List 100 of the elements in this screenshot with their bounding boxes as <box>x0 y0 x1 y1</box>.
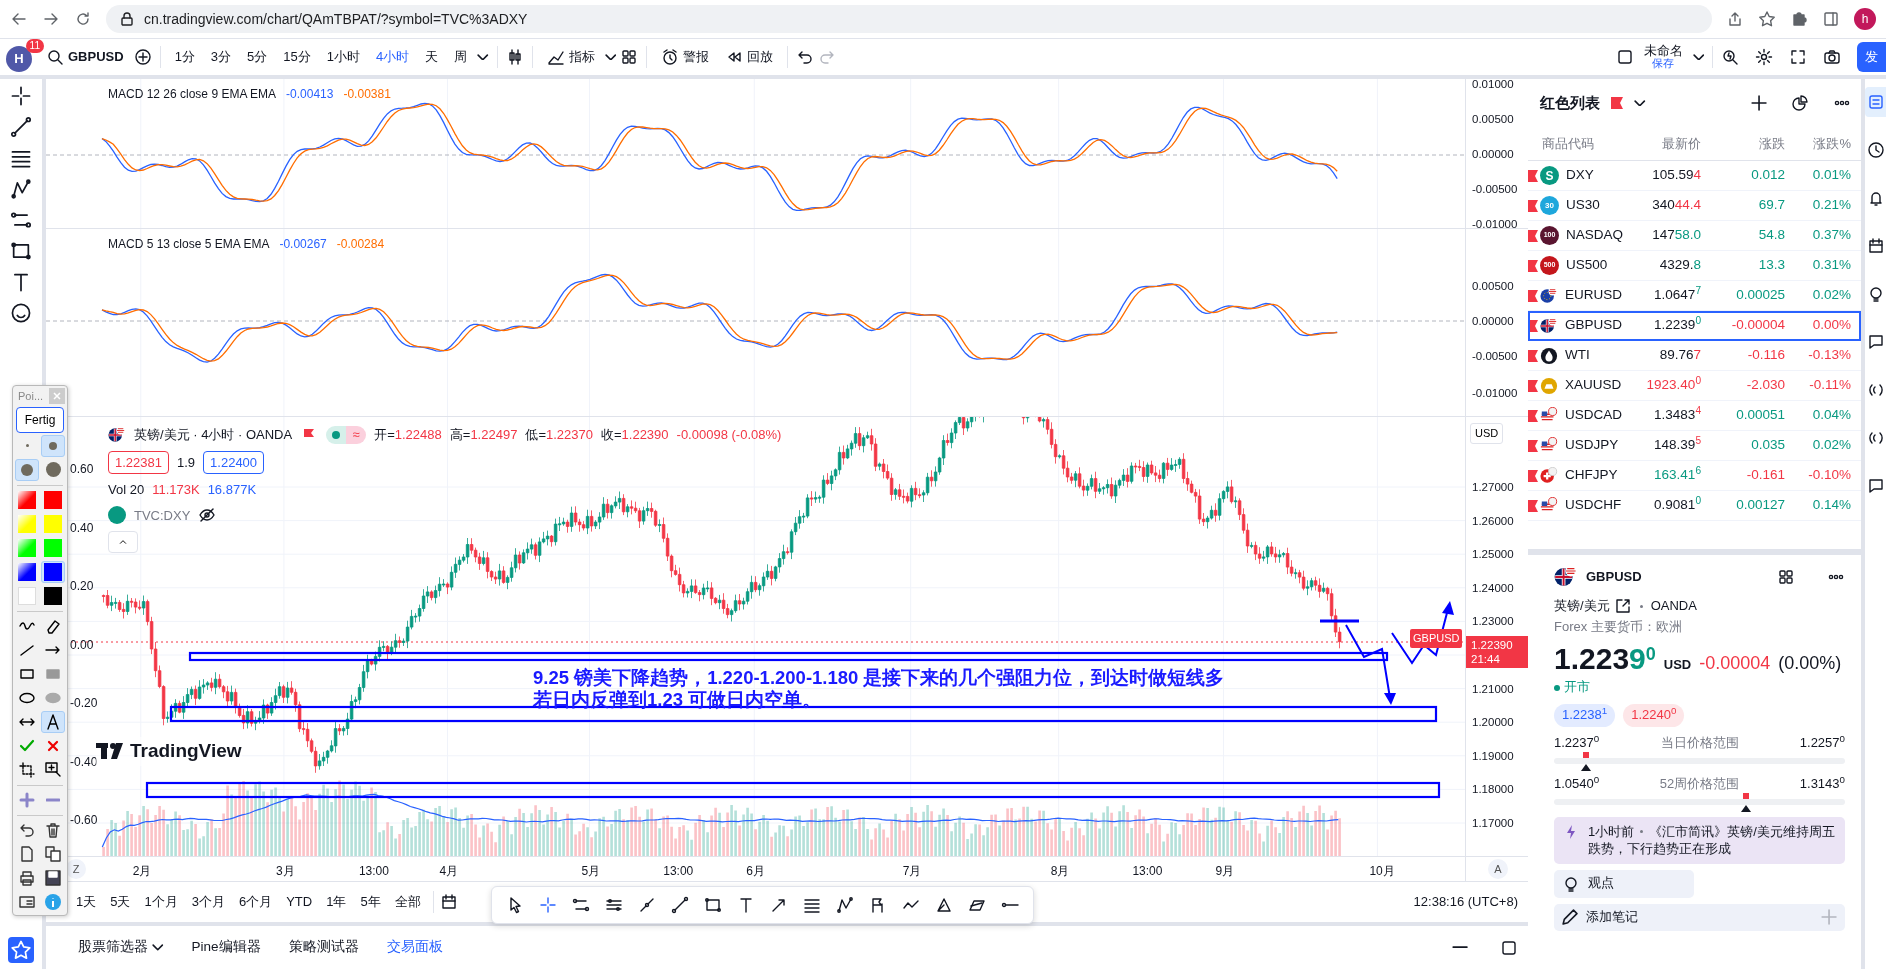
column-header[interactable]: 涨跌% <box>1785 133 1851 154</box>
user-avatar[interactable]: H <box>6 46 32 72</box>
time-label: 13:00 <box>663 863 694 880</box>
range-button[interactable]: 6个月 <box>232 889 279 915</box>
market-status: 开市 <box>1564 679 1590 697</box>
watchlist-row[interactable]: EURUSD 1.0647$^{7}$ 0.00025 0.02% <box>1528 281 1861 311</box>
percent-change: 0.21% <box>1811 196 1851 215</box>
bid-price[interactable]: 1.22381 <box>108 450 169 474</box>
axis-label: 1.20000 <box>1472 715 1514 731</box>
category-text: Forex 主要货币：欧洲 <box>1554 619 1683 636</box>
percent-change: (0.00%) <box>1778 651 1842 675</box>
percent-change: -0.10% <box>1807 466 1851 485</box>
alert-button[interactable]: 警报 <box>655 43 716 71</box>
ohlc-value: 收=1.22390 <box>600 426 669 444</box>
indicator-title: MACD 5 13 close 5 EMA EMA <box>108 236 270 253</box>
axis-label: 0.00500 <box>1472 112 1514 127</box>
indicator-title: MACD 12 26 close 9 EMA EMA <box>108 86 277 103</box>
notification-count: 11 <box>25 39 44 53</box>
overlay-symbol: TVC:DXY <box>134 506 191 525</box>
panel-tab[interactable]: 策略测试器 <box>278 933 369 962</box>
interval-button[interactable]: 1小时 <box>320 43 367 71</box>
chart-title: 英镑/美元 · 4小时 · OANDA <box>134 426 293 444</box>
column-header[interactable]: 涨跌 <box>1701 133 1785 154</box>
ideas-button[interactable]: 观点 <box>1554 869 1694 898</box>
add-note-button[interactable]: 添加笔记 <box>1554 903 1845 931</box>
indicator-value: -0.00267 <box>279 236 327 253</box>
ohlc-value: 高=1.22497 <box>449 426 518 444</box>
layout-name-button[interactable]: 未命名 保存 <box>1637 40 1689 74</box>
price-change: 0.00025 <box>1735 286 1785 305</box>
column-header[interactable]: 商品代码 <box>1528 133 1623 154</box>
watchlist-row[interactable]: CHFJPY 163.41$^{6}$ -0.161 -0.10% <box>1528 461 1861 491</box>
axis-label: 0.20 <box>70 578 94 595</box>
time-label: 13:00 <box>1132 863 1163 880</box>
axis-label: 0.60 <box>70 461 94 478</box>
price-change: -0.00004 <box>1699 651 1771 675</box>
panel-tab[interactable]: 股票筛选器 <box>68 933 174 962</box>
panel-tab[interactable]: Pine编辑器 <box>181 933 271 962</box>
price-change: 13.3 <box>1757 256 1785 275</box>
symbol-name: XAUUSD <box>1565 376 1622 395</box>
panel-tab[interactable]: 交易面板 <box>376 933 453 962</box>
symbol-name: US30 <box>1566 196 1600 215</box>
axis-label: -0.40 <box>70 753 98 771</box>
interval-button[interactable]: 5分 <box>241 43 274 71</box>
range-button[interactable]: 5天 <box>104 889 137 915</box>
last-price: 0.9081$^{0}$ <box>1653 495 1701 515</box>
instrument-name[interactable]: 英镑/美元 <box>1554 597 1610 615</box>
interval-button[interactable]: 天 <box>419 43 445 71</box>
watchlist-row[interactable]: USDJPY 148.39$^{5}$ 0.035 0.02% <box>1528 431 1861 461</box>
last-price: 1.2239$^{0}$ <box>1554 643 1656 674</box>
range-button[interactable]: 1年 <box>320 889 353 915</box>
last-price: 89.767 <box>1658 346 1701 365</box>
range-button[interactable]: 1天 <box>70 889 103 915</box>
range-low: 1.2237$^{0}$ <box>1554 735 1600 752</box>
palette-title: Poi... <box>18 389 44 404</box>
price-tag: 1.22390 21:44 <box>1466 636 1528 668</box>
watchlist-title[interactable]: 红色列表 <box>1540 91 1600 115</box>
volume-title: Vol 20 <box>108 481 145 499</box>
replay-button[interactable]: 回放 <box>719 43 780 71</box>
watchlist-row[interactable]: USDCHF 0.9081$^{0}$ 0.00127 0.14% <box>1528 491 1861 521</box>
profile-avatar[interactable]: h <box>1854 8 1876 30</box>
watchlist-row[interactable]: GBPUSD 1.2239$^{0}$ -0.00004 0.00% <box>1528 311 1861 341</box>
watchlist-row[interactable]: 30 US30 34044.4 69.7 0.21% <box>1528 191 1861 221</box>
zoom-reset-button[interactable]: Z <box>66 859 86 879</box>
range-button[interactable]: 3个月 <box>185 889 231 915</box>
watchlist-row[interactable]: WTI 89.767 -0.116 -0.13% <box>1528 341 1861 371</box>
watchlist-row[interactable]: S DXY 105.594 0.012 0.01% <box>1528 161 1861 191</box>
interval-button[interactable]: 1分 <box>168 43 201 71</box>
symbol-name: EURUSD <box>1565 286 1622 305</box>
range-label: 当日价格范围 <box>1660 735 1739 752</box>
ask-price[interactable]: 1.22400 <box>203 450 265 474</box>
done-button[interactable]: Fertig <box>16 406 64 433</box>
indicator-value: -0.00381 <box>343 86 391 103</box>
axis-label: -0.01000 <box>1472 386 1518 401</box>
currency-button[interactable]: USD <box>1470 423 1504 444</box>
axis-label: -0.00500 <box>1472 349 1518 364</box>
interval-button[interactable]: 周 <box>448 43 474 71</box>
interval-button[interactable]: 3分 <box>204 43 238 71</box>
interval-button[interactable]: 4小时 <box>370 43 416 71</box>
indicators-button[interactable]: 指标 <box>540 43 601 71</box>
news-item[interactable]: 1小时前 《汇市简讯》英镑/美元维持周五跌势，下行趋势正在形成 <box>1554 816 1845 864</box>
column-header[interactable]: 最新价 <box>1623 133 1701 154</box>
range-button[interactable]: 5年 <box>354 889 387 915</box>
axis-label: 1.24000 <box>1472 580 1514 596</box>
currency-code: USD <box>1663 656 1692 674</box>
symbol-name: CHFJPY <box>1565 466 1618 485</box>
range-button[interactable]: YTD <box>280 889 319 915</box>
range-button[interactable]: 1个月 <box>138 889 184 915</box>
range-button[interactable]: 全部 <box>388 889 427 915</box>
auto-scale-button[interactable]: A <box>1488 859 1508 879</box>
interval-button[interactable]: 15分 <box>277 43 317 71</box>
symbol-name: USDJPY <box>1565 436 1619 455</box>
last-price: 1923.40$^{0}$ <box>1645 375 1701 395</box>
watchlist-row[interactable]: USDCAD 1.3483$^{4}$ 0.00051 0.04% <box>1528 401 1861 431</box>
address-bar[interactable]: cn.tradingview.com/chart/QAmTBPAT/?symbol=TVC%3ADXY <box>106 5 1712 33</box>
axis-label: 0.00 <box>70 636 94 654</box>
watchlist-row[interactable]: XAUUSD 1923.40$^{0}$ -2.030 -0.11% <box>1528 371 1861 401</box>
range-label: 52周价格范围 <box>1659 775 1740 793</box>
time-label: 8月 <box>1050 863 1070 880</box>
publish-button[interactable]: 发 <box>1857 42 1886 72</box>
logo-text: TradingView <box>130 739 242 763</box>
